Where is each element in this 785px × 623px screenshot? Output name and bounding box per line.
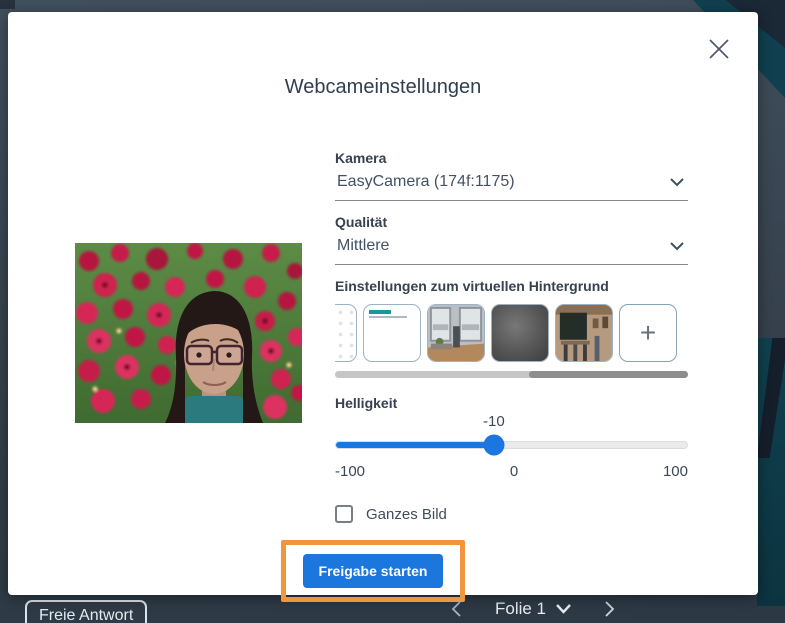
thumbnail-logo-document-background[interactable]: [363, 304, 421, 362]
quality-label: Qualität: [335, 214, 388, 230]
camera-select[interactable]: EasyCamera (174f:1175): [335, 171, 688, 201]
brightness-slider-fill: [336, 442, 494, 448]
close-icon: [709, 39, 729, 59]
webcam-settings-dialog: Webcameinstellungen Kamera EasyCamera (1…: [8, 12, 758, 602]
thumbnail-cafe-background[interactable]: [555, 304, 613, 362]
slide-label: Folie 1: [494, 599, 547, 618]
free-answer-button[interactable]: Freie Antwort: [25, 600, 148, 623]
slide-picker[interactable]: Folie 1: [495, 599, 571, 619]
slide-navigation: Folie 1: [448, 599, 618, 619]
thumbnail-gray-smoke-background[interactable]: [491, 304, 549, 362]
background-thumbnails-row: +: [335, 304, 688, 362]
thumbnail-living-room-background[interactable]: [427, 304, 485, 362]
full-image-checkbox[interactable]: [335, 505, 353, 523]
camera-select-value: EasyCamera (174f:1175): [337, 173, 515, 190]
virtual-background-label: Einstellungen zum virtuellen Hintergrund: [335, 278, 609, 294]
brightness-slider-track[interactable]: [335, 441, 688, 449]
chevron-down-icon: [670, 241, 684, 250]
quality-select-value: Mittlere: [337, 237, 390, 254]
next-slide-icon[interactable]: [600, 600, 618, 618]
thumbnails-scrollbar-thumb[interactable]: [529, 371, 688, 378]
chevron-down-icon: [670, 177, 684, 186]
logo-mark: [369, 310, 391, 314]
webcam-preview: [75, 243, 302, 423]
camera-label: Kamera: [335, 150, 387, 166]
dialog-title: Webcameinstellungen: [284, 76, 482, 98]
brightness-max-label: 100: [662, 463, 688, 480]
brightness-mid-label: 0: [509, 463, 519, 480]
close-button[interactable]: [708, 38, 730, 60]
brightness-label: Helligkeit: [335, 395, 398, 411]
webcam-preview-image: [75, 243, 302, 423]
settings-controls: Kamera EasyCamera (174f:1175) Qualität M…: [281, 150, 688, 602]
brightness-slider-thumb[interactable]: [483, 434, 505, 456]
brightness-min-label: -100: [335, 463, 366, 480]
background-notch: [0, 0, 15, 9]
annotation-highlight: Freigabe starten: [281, 540, 465, 602]
chevron-down-icon: [556, 604, 571, 614]
brightness-scale: -100 0 100: [335, 463, 688, 480]
previous-slide-icon[interactable]: [448, 600, 466, 618]
full-image-label: Ganzes Bild: [366, 505, 447, 523]
start-share-button[interactable]: Freigabe starten: [303, 554, 443, 588]
quality-select[interactable]: Mittlere: [335, 235, 688, 265]
brightness-slider: -10: [335, 413, 688, 456]
background-thumbnails-viewport: +: [335, 304, 688, 364]
full-image-checkbox-row[interactable]: Ganzes Bild: [335, 505, 688, 523]
thumbnails-scrollbar-track[interactable]: [335, 371, 688, 378]
logo-text-line: [369, 316, 407, 318]
thumbnail-pattern-background[interactable]: [335, 304, 357, 362]
brightness-value: -10: [483, 413, 505, 430]
add-background-button[interactable]: +: [619, 304, 677, 362]
